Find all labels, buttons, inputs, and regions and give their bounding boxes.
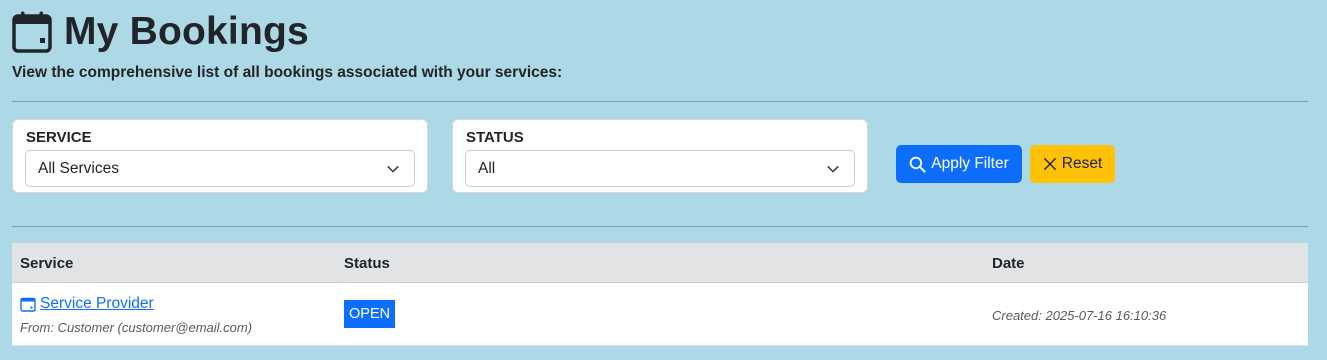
divider [12,226,1308,227]
reset-label: Reset [1061,155,1103,172]
bookings-table: Service Status Date Service Provider Fro… [12,243,1308,346]
apply-filter-label: Apply Filter [931,155,1009,172]
service-link[interactable]: Service Provider [20,295,154,313]
calendar-icon [20,297,36,312]
table-header: Service Status Date [12,243,1308,283]
service-filter-card: SERVICE All Services [12,119,428,193]
reset-button[interactable]: Reset [1030,145,1115,183]
service-filter-label: SERVICE [26,129,92,146]
chevron-down-icon [387,166,399,173]
booking-from: From: Customer (customer@email.com) [20,320,253,335]
booking-created-date: Created: 2025-07-16 16:10:36 [992,308,1167,323]
calendar-icon [12,11,52,53]
chevron-down-icon [827,166,839,173]
divider [12,101,1308,102]
page-header: My Bookings [12,8,309,56]
page-title: My Bookings [64,10,309,53]
column-header-service: Service [20,255,74,272]
close-icon [1043,158,1056,170]
service-select[interactable]: All Services [25,150,415,187]
apply-filter-button[interactable]: Apply Filter [896,145,1022,183]
column-header-date: Date [992,255,1025,272]
table-row: Service Provider From: Customer (custome… [12,283,1308,346]
column-header-status: Status [344,255,390,272]
search-icon [909,156,926,173]
status-filter-label: STATUS [466,129,524,146]
status-select[interactable]: All [465,150,855,187]
status-filter-card: STATUS All [452,119,868,193]
bookings-page: My Bookings View the comprehensive list … [0,0,1327,360]
page-subtitle: View the comprehensive list of all booki… [12,64,563,81]
status-badge: OPEN [344,300,396,328]
service-link-label: Service Provider [40,295,154,312]
status-select-value: All [478,159,496,177]
service-select-value: All Services [38,159,119,177]
